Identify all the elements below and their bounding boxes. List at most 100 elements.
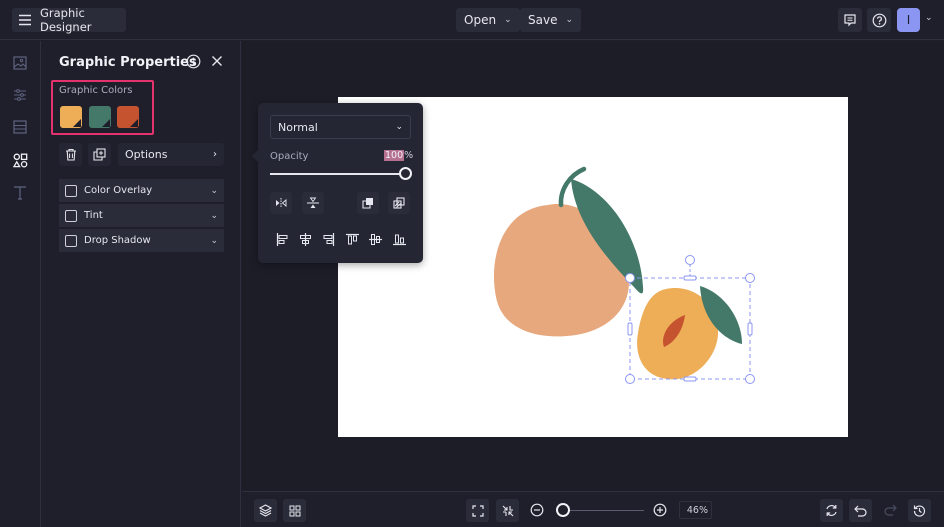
align-bottom-icon [392,233,406,246]
help-icon [872,13,887,28]
rail-item-text[interactable] [10,182,30,202]
shapes-icon [12,153,28,168]
chevron-down-icon: ⌄ [565,15,574,25]
grid-icon [289,505,301,517]
help-button[interactable] [867,8,891,32]
zoom-level-input[interactable]: 46% [679,501,712,519]
zoom-slider-handle[interactable] [556,503,570,517]
align-right-button[interactable] [319,230,337,248]
align-top-button[interactable] [343,230,361,248]
duplicate-icon [93,148,106,161]
color-swatch[interactable] [60,106,82,128]
redo-icon [883,504,897,516]
save-label: Save [528,13,558,27]
opacity-input[interactable]: 100% [384,150,413,161]
refresh-icon [825,504,838,517]
accordion-drop-shadow[interactable]: Drop Shadow ⌄ [59,229,224,252]
delete-button[interactable] [59,143,82,166]
fit-to-screen-button[interactable] [466,499,489,522]
resize-handle [747,322,753,336]
send-backward-button[interactable] [388,192,410,214]
bring-forward-button[interactable] [357,192,379,214]
opacity-slider-track[interactable] [270,173,405,175]
flip-horizontal-button[interactable] [270,192,292,214]
reset-button[interactable] [820,499,843,522]
close-icon[interactable] [211,55,223,67]
zoom-out-button[interactable] [529,502,545,518]
zoom-out-icon [530,503,544,517]
chevron-down-icon: ⌄ [395,122,403,132]
shrink-button[interactable] [496,499,519,522]
graphic-colors-section: Graphic Colors [51,80,154,135]
align-center-button[interactable] [296,230,314,248]
opacity-slider-handle[interactable] [399,167,412,180]
panel-title: Graphic Properties [59,55,197,70]
flip-vertical-button[interactable] [302,192,324,214]
layers-button[interactable] [254,499,277,522]
color-swatch[interactable] [117,106,139,128]
flip-horizontal-icon [275,198,287,208]
align-top-icon [345,233,359,246]
text-icon [13,185,27,200]
blend-mode-select[interactable]: Normal ⌄ [270,115,411,139]
chevron-down-icon: ⌄ [210,235,218,246]
accordion-label: Color Overlay [84,185,153,196]
rail-item-image[interactable] [10,53,30,73]
align-bottom-button[interactable] [390,230,408,248]
comments-button[interactable] [838,8,862,32]
zoom-in-button[interactable] [652,502,668,518]
user-avatar[interactable]: I [897,8,920,32]
rail-item-adjustments[interactable] [10,85,30,105]
accordion-tint[interactable]: Tint ⌄ [59,204,224,227]
tint-checkbox[interactable] [65,209,77,222]
color-swatch[interactable] [89,106,111,128]
opacity-unit: % [404,150,414,161]
tool-rail [0,41,41,527]
flip-vertical-icon [307,197,319,209]
undo-button[interactable] [849,499,872,522]
rail-item-layout[interactable] [10,117,30,137]
chevron-down-icon: ⌄ [210,210,218,221]
align-center-icon [299,232,312,246]
chevron-right-icon: › [213,149,217,160]
grid-button[interactable] [283,499,306,522]
options-button[interactable]: Options › [118,143,224,166]
rail-item-graphics[interactable] [10,150,30,170]
redo-button[interactable] [882,502,898,518]
send-backward-icon [393,197,405,209]
opacity-value: 100 [384,150,405,161]
duplicate-button[interactable] [88,143,111,166]
history-icon [913,504,926,517]
accordion-label: Drop Shadow [84,235,151,246]
info-icon[interactable] [186,54,201,69]
hamburger-icon [18,14,32,26]
align-left-icon [276,232,289,246]
zoom-in-icon [653,503,667,517]
align-left-button[interactable] [273,230,291,248]
history-button[interactable] [908,499,931,522]
trash-icon [65,148,77,161]
drop-shadow-checkbox[interactable] [65,234,77,247]
app-menu-button[interactable]: Graphic Designer [12,6,126,34]
rotate-handle [685,255,695,265]
align-right-icon [322,232,335,246]
graphic-properties-panel: Graphic Properties Graphic Colors Option… [41,41,241,527]
align-middle-button[interactable] [366,230,384,248]
blend-mode-value: Normal [278,120,318,134]
align-middle-icon [368,233,382,246]
app-title: Graphic Designer [40,6,92,34]
zoom-slider-track[interactable] [564,510,644,511]
save-menu-button[interactable]: Save ⌄ [520,8,582,32]
sliders-icon [13,88,27,102]
resize-handle [683,376,697,382]
layout-icon [13,120,27,134]
accordion-color-overlay[interactable]: Color Overlay ⌄ [59,179,224,202]
color-overlay-checkbox[interactable] [65,184,77,197]
open-menu-button[interactable]: Open ⌄ [456,8,520,32]
opacity-label: Opacity [270,151,309,162]
resize-handle [745,374,755,384]
chevron-down-icon[interactable]: ⌄ [925,13,933,23]
resize-handle [627,322,633,336]
layers-icon [259,504,272,517]
bottom-bar: 46% [242,491,944,527]
